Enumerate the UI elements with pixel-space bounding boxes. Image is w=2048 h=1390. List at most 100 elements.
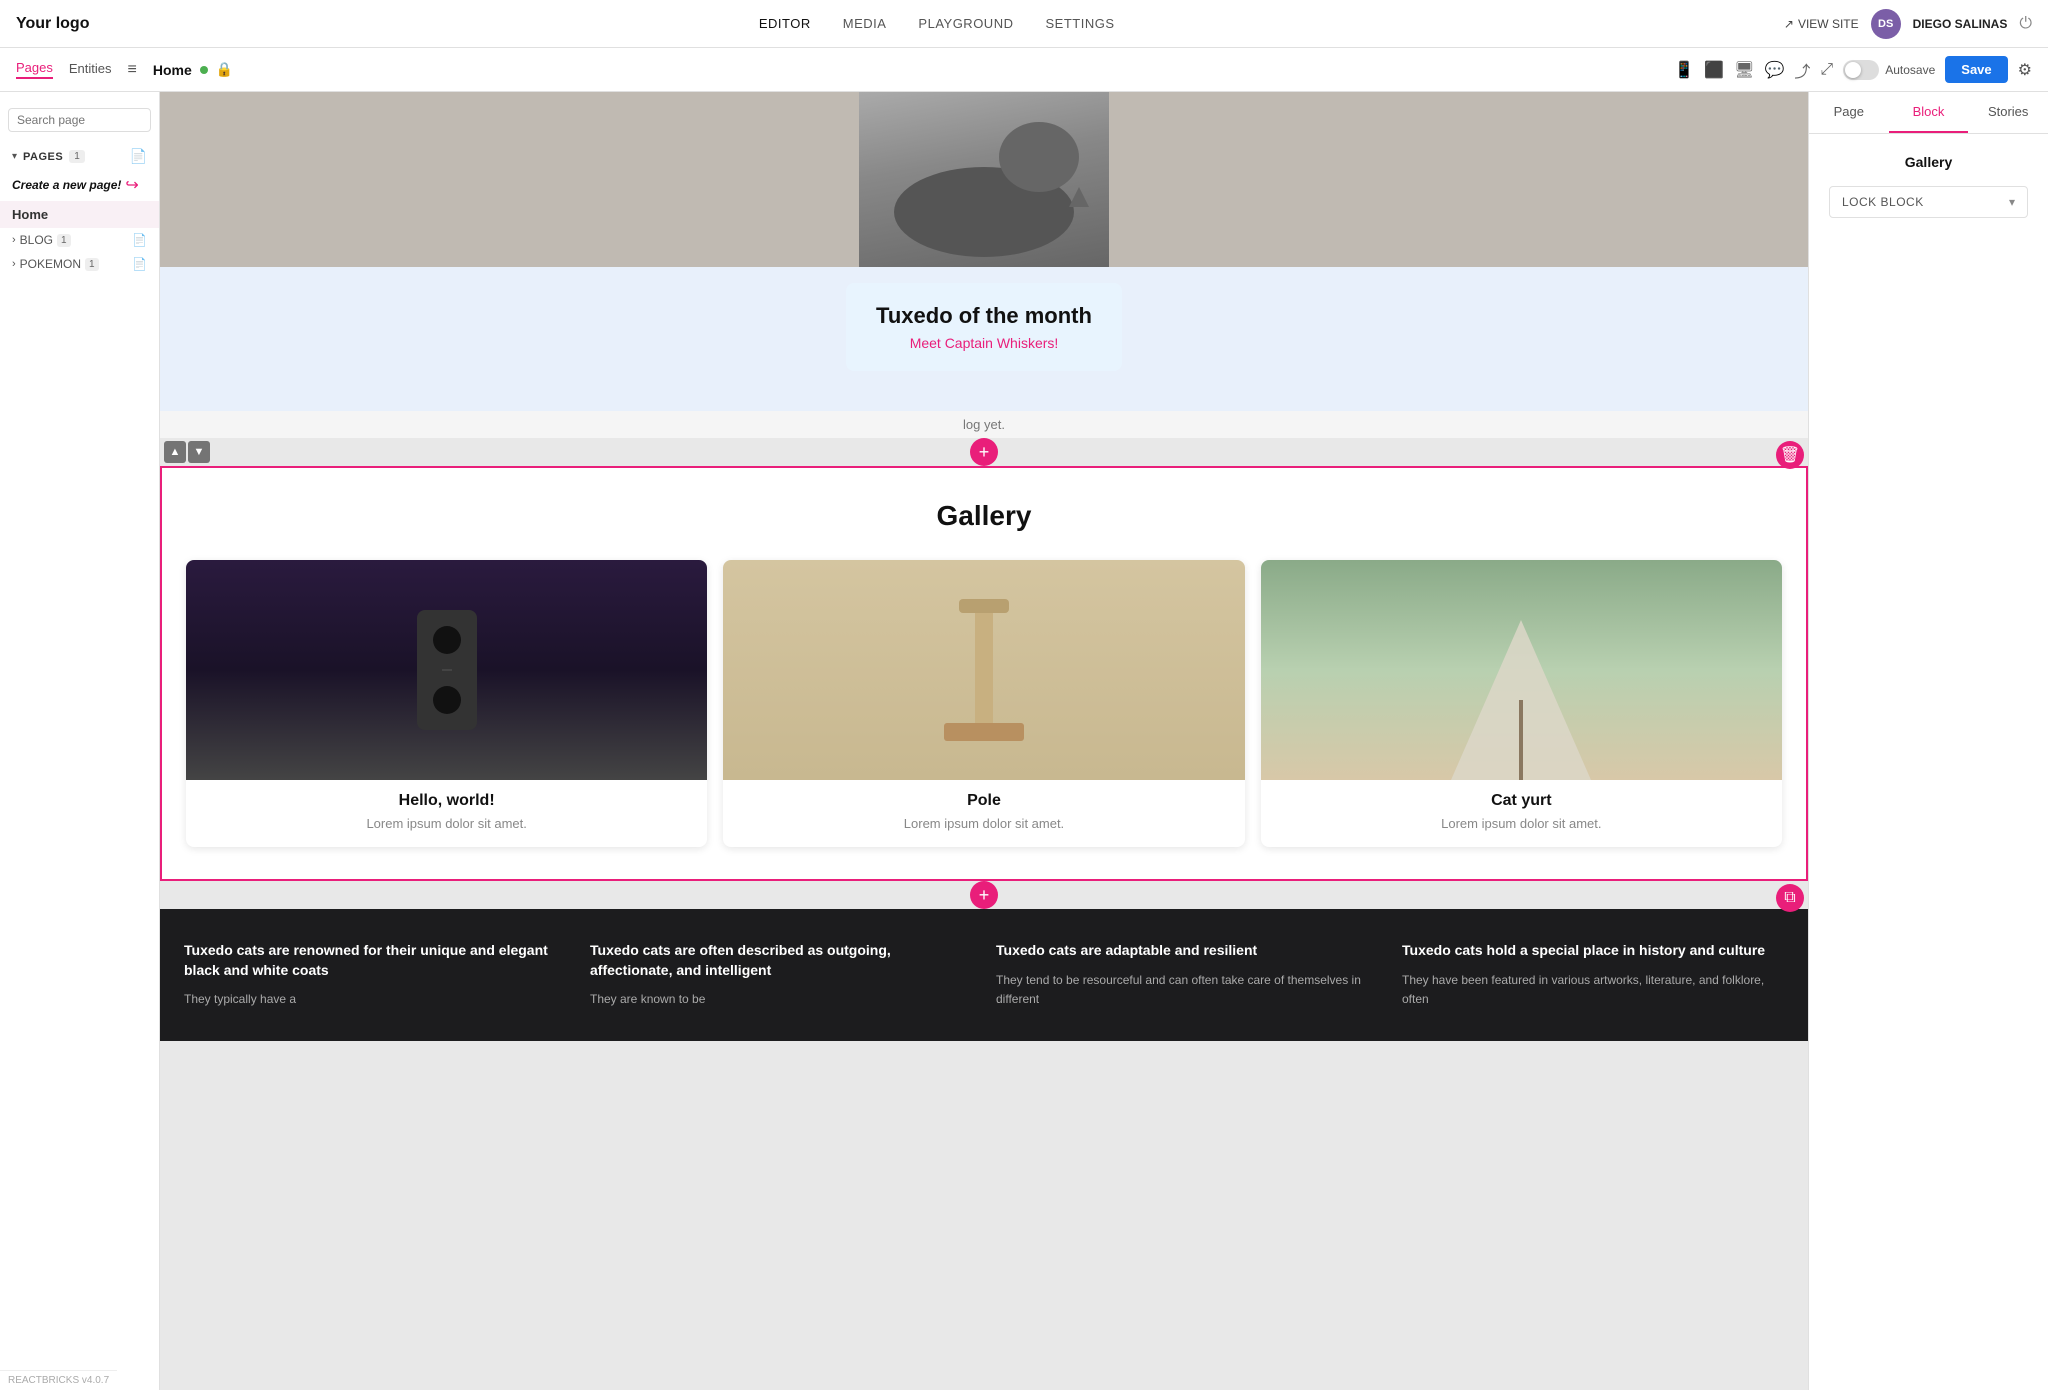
chevron-down-icon: ▾ — [12, 151, 17, 162]
sidebar-item-home[interactable]: Home — [0, 201, 159, 228]
block-up-button[interactable]: ▲ — [164, 441, 186, 463]
blog-count: 1 — [57, 234, 71, 247]
block-delete-button-1[interactable]: 🗑 — [1776, 441, 1804, 469]
editor-area[interactable]: Tuxedo of the month Meet Captain Whisker… — [160, 92, 1808, 1390]
pages-label: PAGES — [23, 151, 63, 163]
rb-label: REACTBRICKS v4.0.7 — [8, 1375, 109, 1386]
nav-links: EDITOR MEDIA PLAYGROUND SETTINGS — [759, 16, 1115, 31]
footer-col-2-title: Tuxedo cats are often described as outgo… — [590, 941, 972, 980]
arrow-icon: ↪ — [125, 175, 138, 195]
lock-block-text: LOCK BLOCK — [1842, 195, 1924, 209]
sidebar-section-blog[interactable]: › BLOG 1 📄 — [0, 228, 159, 252]
tower-hole-top — [433, 626, 461, 654]
reactbricks-footer: REACTBRICKS v4.0.7 — [0, 1370, 117, 1390]
card-1-title: Hello, world! — [186, 792, 707, 810]
block-controls: ▲ ▼ — [164, 441, 210, 463]
toggle-knob — [1845, 62, 1861, 78]
tower-shape — [417, 610, 477, 730]
top-navigation: Your logo EDITOR MEDIA PLAYGROUND SETTIN… — [0, 0, 2048, 48]
right-panel-tabs: Page Block Stories — [1809, 92, 2048, 134]
footer-col-4: Tuxedo cats hold a special place in hist… — [1402, 941, 1784, 1009]
chevron-right-icon: › — [12, 234, 16, 246]
hero-block: Tuxedo of the month Meet Captain Whisker… — [160, 92, 1808, 438]
hero-card-subtitle: Meet Captain Whiskers! — [876, 335, 1092, 351]
footer-col-4-text: They have been featured in various artwo… — [1402, 971, 1784, 1009]
save-button[interactable]: Save — [1945, 56, 2007, 83]
lock-icon: 🔒 — [216, 61, 233, 78]
footer-col-3-text: They tend to be resourceful and can ofte… — [996, 971, 1378, 1009]
card-2-image — [723, 560, 1244, 780]
settings-icon[interactable]: ⚙ — [2018, 60, 2032, 80]
pokemon-page-icon: 📄 — [132, 257, 147, 271]
footer-col-4-title: Tuxedo cats hold a special place in hist… — [1402, 941, 1784, 961]
gallery-grid: Hello, world! Lorem ipsum dolor sit amet… — [186, 560, 1782, 847]
right-tab-block[interactable]: Block — [1889, 92, 1969, 133]
main-layout: 🔍 ▾ PAGES 1 📄 Create a new page! ↪ Home … — [0, 92, 2048, 1390]
sidebar-section-pokemon[interactable]: › POKEMON 1 📄 — [0, 252, 159, 276]
toolbar-right: 📱 ⬛ 🖥 💬 ⤴ ⤢ Autosave Save ⚙ — [1674, 56, 2032, 83]
blog-text: log yet. — [160, 411, 1808, 438]
gallery-card-3[interactable]: Cat yurt Lorem ipsum dolor sit amet. — [1261, 560, 1782, 847]
toggle-switch[interactable] — [1843, 60, 1879, 80]
tablet-icon[interactable]: ⬛ — [1704, 60, 1724, 80]
preview-icon[interactable]: 💬 — [1764, 60, 1784, 80]
add-block-button-1[interactable]: + — [970, 438, 998, 466]
mobile-icon[interactable]: 📱 — [1674, 60, 1694, 80]
gallery-panel-label: Gallery — [1821, 146, 2036, 178]
footer-col-3: Tuxedo cats are adaptable and resilient … — [996, 941, 1378, 1009]
status-dot — [200, 66, 208, 74]
home-page-label: Home — [12, 207, 48, 222]
search-input[interactable] — [17, 113, 172, 127]
footer-col-1-title: Tuxedo cats are renowned for their uniqu… — [184, 941, 566, 980]
page-title: Home — [153, 62, 192, 78]
create-new-page[interactable]: Create a new page! ↪ — [0, 169, 159, 201]
block-delete-button-2[interactable]: ⧉ — [1776, 884, 1804, 912]
power-icon[interactable]: ⏻ — [2019, 15, 2032, 33]
second-toolbar: Pages Entities ≡ Home 🔒 📱 ⬛ 🖥 💬 ⤴ ⤢ Auto… — [0, 48, 2048, 92]
block-down-button[interactable]: ▼ — [188, 441, 210, 463]
card-1-desc: Lorem ipsum dolor sit amet. — [186, 816, 707, 831]
pole-top — [959, 599, 1009, 613]
nav-editor[interactable]: EDITOR — [759, 16, 811, 31]
gallery-card-2[interactable]: Pole Lorem ipsum dolor sit amet. — [723, 560, 1244, 847]
gallery-title: Gallery — [186, 500, 1782, 532]
tab-entities[interactable]: Entities — [69, 61, 112, 78]
card-1-image — [186, 560, 707, 780]
share-icon[interactable]: ⤴ — [1794, 58, 1810, 82]
pages-count: 1 — [69, 150, 85, 163]
right-tab-page[interactable]: Page — [1809, 92, 1889, 133]
nav-playground[interactable]: PLAYGROUND — [918, 16, 1013, 31]
avatar[interactable]: DS — [1871, 9, 1901, 39]
autosave-toggle[interactable]: Autosave — [1843, 60, 1935, 80]
add-block-area-2: + ⧉ — [160, 881, 1808, 909]
search-box[interactable]: 🔍 — [8, 108, 151, 132]
nav-right: ↗ VIEW SITE DS DIEGO SALINAS ⏻ — [1784, 9, 2032, 39]
add-block-button-2[interactable]: + — [970, 881, 998, 909]
nav-media[interactable]: MEDIA — [843, 16, 887, 31]
add-page-icon[interactable]: 📄 — [130, 148, 147, 165]
logo: Your logo — [16, 15, 89, 33]
menu-dots-icon[interactable]: ≡ — [128, 61, 137, 79]
blog-page-icon: 📄 — [132, 233, 147, 247]
expand-icon[interactable]: ⤢ — [1820, 61, 1833, 79]
desktop-icon[interactable]: 🖥 — [1734, 60, 1754, 80]
pole-shape — [944, 599, 1024, 741]
hero-card-title: Tuxedo of the month — [876, 303, 1092, 329]
view-site-label: VIEW SITE — [1798, 17, 1859, 31]
gallery-card-1[interactable]: Hello, world! Lorem ipsum dolor sit amet… — [186, 560, 707, 847]
gallery-block[interactable]: Gallery Hello, world! Lorem ipsum dol — [160, 466, 1808, 881]
tower-hole-bottom — [433, 686, 461, 714]
nav-settings[interactable]: SETTINGS — [1045, 16, 1114, 31]
pokemon-count: 1 — [85, 258, 99, 271]
chevron-down-icon: ▾ — [2009, 195, 2015, 209]
lock-block-row[interactable]: LOCK BLOCK ▾ — [1829, 186, 2028, 218]
pole-base — [944, 723, 1024, 741]
right-tab-stories[interactable]: Stories — [1968, 92, 2048, 133]
canvas-wrapper: Tuxedo of the month Meet Captain Whisker… — [160, 92, 1808, 1041]
tent-pole — [1519, 700, 1523, 780]
card-3-image — [1261, 560, 1782, 780]
footer-col-1: Tuxedo cats are renowned for their uniqu… — [184, 941, 566, 1009]
card-3-desc: Lorem ipsum dolor sit amet. — [1261, 816, 1782, 831]
view-site-button[interactable]: ↗ VIEW SITE — [1784, 17, 1859, 31]
tab-pages[interactable]: Pages — [16, 60, 53, 79]
